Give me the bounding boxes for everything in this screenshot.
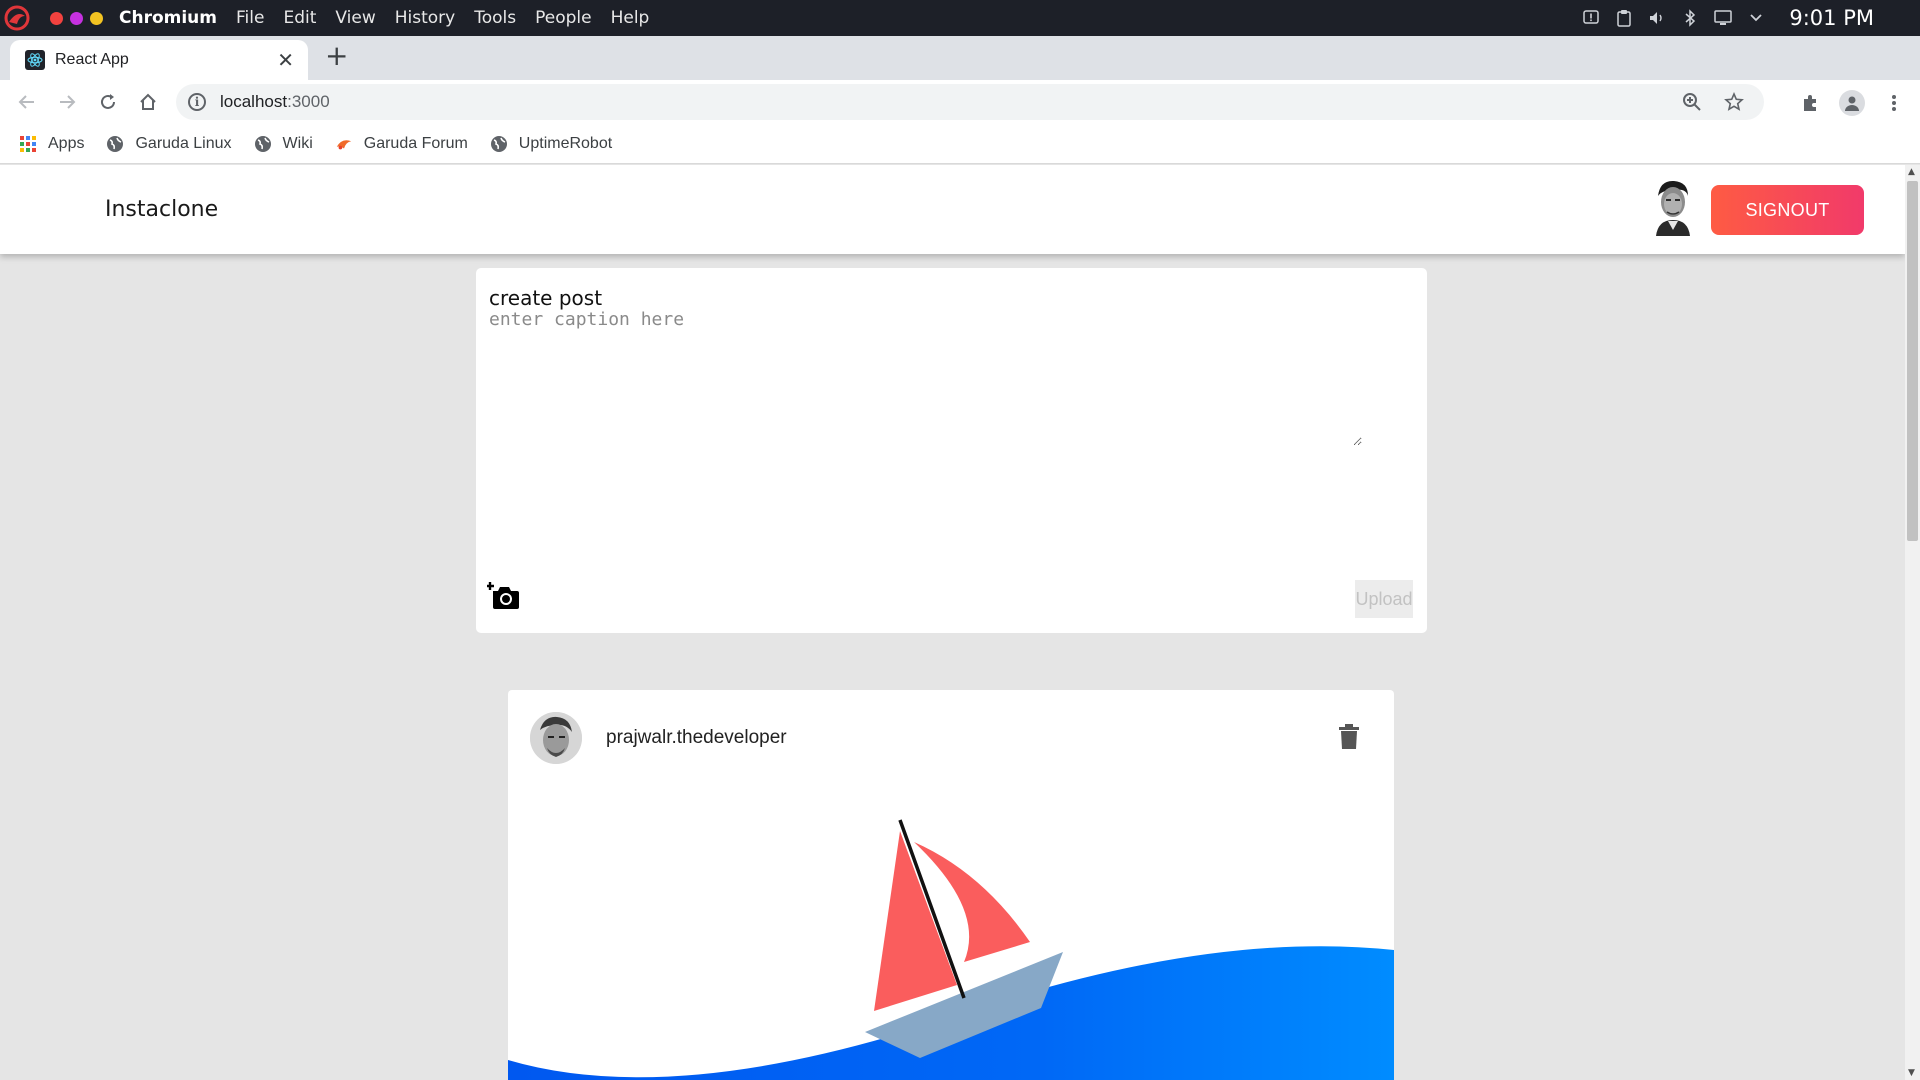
- active-app-name[interactable]: Chromium: [119, 8, 217, 28]
- window-controls: [50, 11, 103, 25]
- zoom-icon[interactable]: [1680, 90, 1704, 114]
- bookmark-label: UptimeRobot: [518, 134, 613, 152]
- tab-react-app[interactable]: React App ✕: [10, 40, 308, 80]
- garuda-logo-icon[interactable]: [2, 3, 32, 33]
- globe-icon: [254, 135, 272, 153]
- create-post-card: create post Upload: [476, 268, 1427, 633]
- menu-tools[interactable]: Tools: [474, 8, 516, 28]
- globe-icon: [490, 135, 508, 153]
- post-author-avatar[interactable]: [530, 712, 582, 764]
- profile-icon[interactable]: [1838, 89, 1866, 117]
- forward-button[interactable]: [55, 90, 79, 114]
- bookmark-label: Garuda Forum: [363, 134, 468, 152]
- display-icon[interactable]: [1713, 8, 1733, 28]
- system-tray: 9:01 PM: [1581, 0, 1920, 36]
- caption-input[interactable]: [489, 309, 1362, 446]
- browser-toolbar: i localhost:3000: [0, 80, 1920, 124]
- page-scrollbar[interactable]: ▲ ▼: [1905, 165, 1920, 1080]
- bookmark-wiki[interactable]: Wiki: [254, 135, 313, 153]
- home-button[interactable]: [136, 90, 160, 114]
- menu-edit[interactable]: Edit: [283, 8, 316, 28]
- tab-close-icon[interactable]: ✕: [277, 48, 294, 72]
- bookmark-label: Apps: [48, 134, 85, 152]
- menu-file[interactable]: File: [236, 8, 264, 28]
- app-menu: File Edit View History Tools People Help: [217, 8, 649, 28]
- bookmark-garuda-forum[interactable]: Garuda Forum: [335, 135, 468, 153]
- menu-help[interactable]: Help: [611, 8, 650, 28]
- bookmark-label: Wiki: [282, 134, 313, 152]
- extensions-icon[interactable]: [1796, 89, 1824, 117]
- post-username[interactable]: prajwalr.thedeveloper: [606, 727, 787, 749]
- bookmarks-bar: Apps Garuda Linux Wiki Garuda Forum Upti…: [0, 124, 1920, 164]
- create-post-title: create post: [489, 286, 603, 310]
- scroll-up-arrow-icon[interactable]: ▲: [1908, 167, 1915, 177]
- url-host: localhost: [220, 92, 288, 111]
- page-viewport: Instaclone SIGNOUT create post enter cap…: [0, 165, 1905, 1080]
- app-navbar: Instaclone SIGNOUT: [0, 165, 1905, 254]
- clock[interactable]: 9:01 PM: [1789, 6, 1874, 30]
- brand-logo[interactable]: Instaclone: [105, 197, 218, 222]
- scroll-thumb[interactable]: [1907, 181, 1918, 541]
- minimize-window-dot[interactable]: [70, 11, 83, 25]
- bookmark-star-icon[interactable]: [1722, 90, 1746, 114]
- maximize-window-dot[interactable]: [90, 11, 103, 25]
- menu-people[interactable]: People: [535, 8, 591, 28]
- bookmark-uptimerobot[interactable]: UptimeRobot: [490, 135, 612, 153]
- address-bar[interactable]: i localhost:3000: [176, 84, 1764, 120]
- url-port: :3000: [287, 92, 330, 111]
- post-card: prajwalr.thedeveloper: [508, 690, 1394, 1080]
- volume-icon[interactable]: [1647, 8, 1667, 28]
- url-text[interactable]: localhost:3000: [220, 92, 330, 112]
- site-info-icon[interactable]: i: [188, 93, 206, 111]
- os-top-bar: Chromium File Edit View History Tools Pe…: [0, 0, 1920, 36]
- add-photo-camera-icon[interactable]: [487, 580, 521, 610]
- apps-grid-icon: [19, 135, 37, 153]
- menu-view[interactable]: View: [335, 8, 375, 28]
- bookmark-garuda-linux[interactable]: Garuda Linux: [106, 134, 232, 153]
- notification-icon[interactable]: [1581, 8, 1601, 28]
- bookmark-apps[interactable]: Apps: [19, 135, 84, 153]
- reload-button[interactable]: [96, 90, 120, 114]
- chevron-down-icon[interactable]: [1746, 8, 1766, 28]
- back-button[interactable]: [15, 90, 39, 114]
- user-avatar[interactable]: [1650, 178, 1696, 236]
- bluetooth-icon[interactable]: [1680, 8, 1700, 28]
- delete-post-trash-icon[interactable]: [1338, 724, 1360, 750]
- new-tab-button[interactable]: +: [325, 42, 348, 70]
- tab-title: React App: [55, 51, 129, 68]
- garuda-forum-icon: [335, 135, 353, 153]
- globe-icon: [106, 135, 124, 153]
- bookmark-label: Garuda Linux: [135, 134, 232, 152]
- tab-strip: React App ✕ +: [0, 36, 1920, 80]
- scroll-down-arrow-icon[interactable]: ▼: [1908, 1068, 1915, 1078]
- signout-button[interactable]: SIGNOUT: [1711, 185, 1864, 235]
- upload-button[interactable]: Upload: [1355, 580, 1413, 618]
- react-favicon-icon: [25, 50, 45, 70]
- post-image[interactable]: [508, 800, 1394, 1080]
- close-window-dot[interactable]: [50, 11, 63, 25]
- clipboard-icon[interactable]: [1614, 8, 1634, 28]
- menu-history[interactable]: History: [395, 8, 455, 28]
- more-menu-icon[interactable]: [1880, 89, 1908, 117]
